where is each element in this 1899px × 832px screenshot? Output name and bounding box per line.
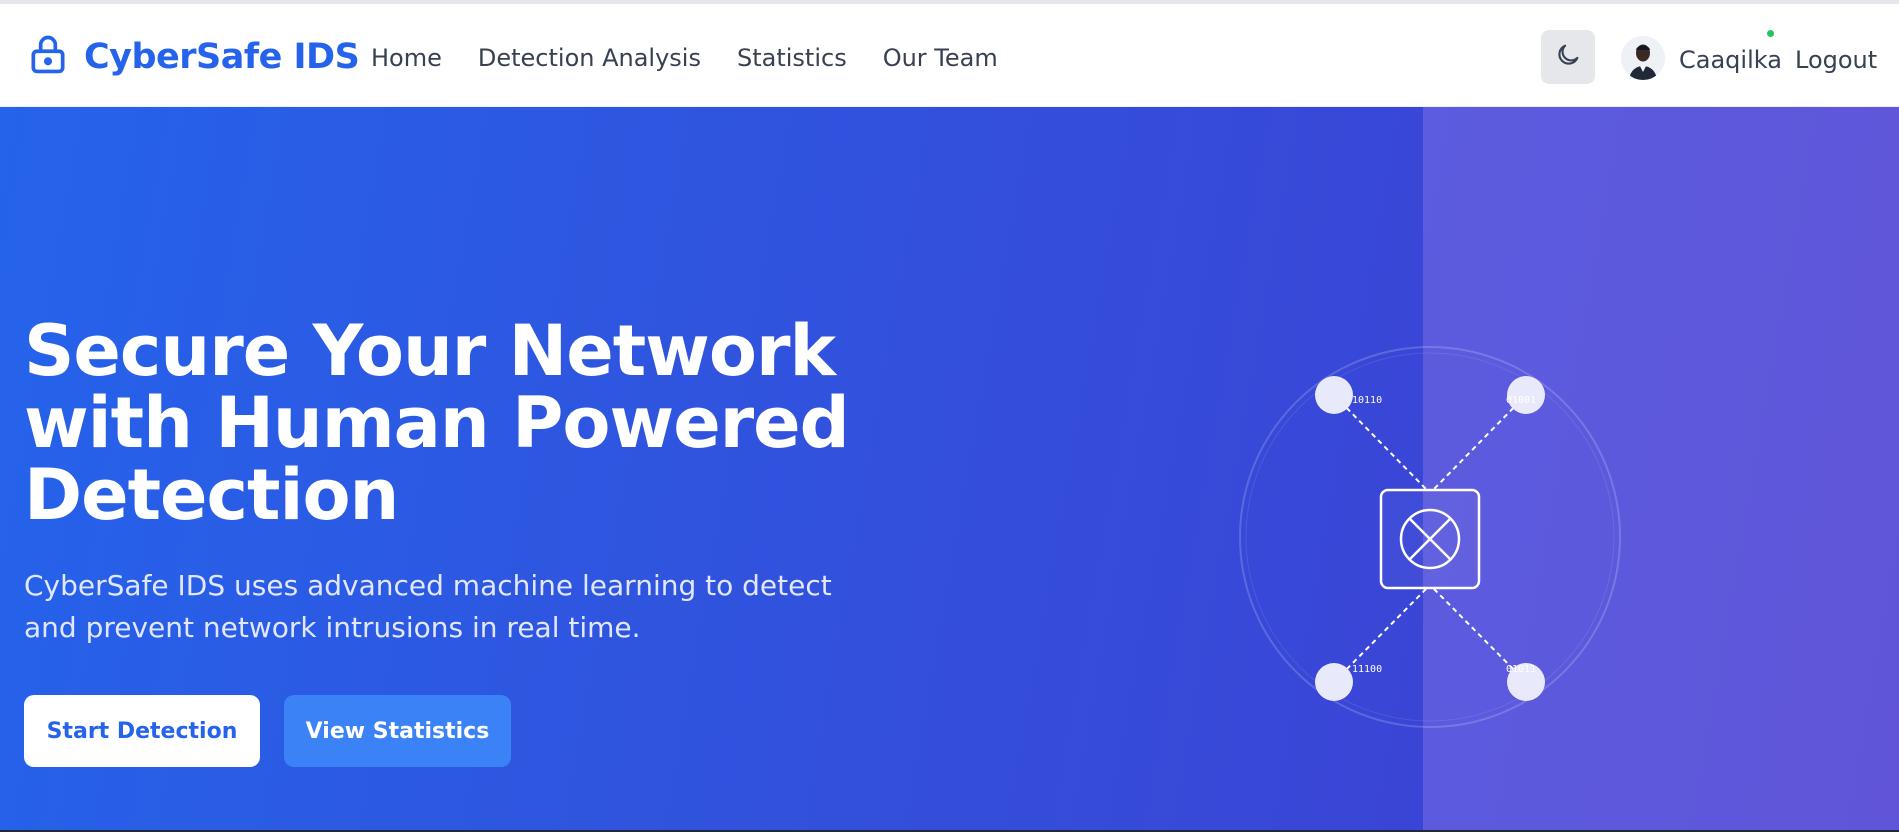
logout-link[interactable]: Logout xyxy=(1795,46,1877,74)
node-label-bottom-left: 11100 xyxy=(1352,664,1382,675)
network-illustration: 10110 01001 11100 01011 xyxy=(1230,337,1630,737)
node-label-top-left: 10110 xyxy=(1352,395,1382,406)
link-top-left xyxy=(1333,394,1427,490)
page: CyberSafe IDS Home Detection Analysis St… xyxy=(0,0,1899,832)
brand-title: CyberSafe IDS xyxy=(84,36,360,77)
online-status-dot xyxy=(1767,30,1774,37)
nav-statistics[interactable]: Statistics xyxy=(737,44,847,72)
hero-subtitle: CyberSafe IDS uses advanced machine lear… xyxy=(24,569,832,644)
start-detection-button[interactable]: Start Detection xyxy=(24,695,260,767)
nav-detection-analysis[interactable]: Detection Analysis xyxy=(478,44,701,72)
theme-toggle-button[interactable] xyxy=(1541,30,1595,84)
node-label-top-right: 01001 xyxy=(1506,395,1536,406)
avatar xyxy=(1621,36,1665,80)
node-bottom-left xyxy=(1315,663,1353,701)
lock-icon xyxy=(26,32,70,81)
link-top-right xyxy=(1433,394,1527,490)
hero-section: Secure Your Network with Human Powered D… xyxy=(0,107,1899,832)
navbar: CyberSafe IDS Home Detection Analysis St… xyxy=(0,4,1899,107)
main-nav: Home Detection Analysis Statistics Our T… xyxy=(371,44,1034,72)
nav-home[interactable]: Home xyxy=(371,44,442,72)
view-statistics-button[interactable]: View Statistics xyxy=(284,695,511,767)
x-circle-icon xyxy=(1379,488,1481,590)
brand[interactable]: CyberSafe IDS xyxy=(26,32,360,81)
user-avatar-wrapper[interactable] xyxy=(1621,36,1665,80)
node-label-bottom-right: 01011 xyxy=(1506,664,1536,675)
moon-icon xyxy=(1554,41,1582,74)
hero-title: Secure Your Network with Human Powered D… xyxy=(24,310,850,536)
nav-our-team[interactable]: Our Team xyxy=(883,44,998,72)
user-name: Caaqilka xyxy=(1679,46,1782,74)
node-top-left xyxy=(1315,376,1353,414)
